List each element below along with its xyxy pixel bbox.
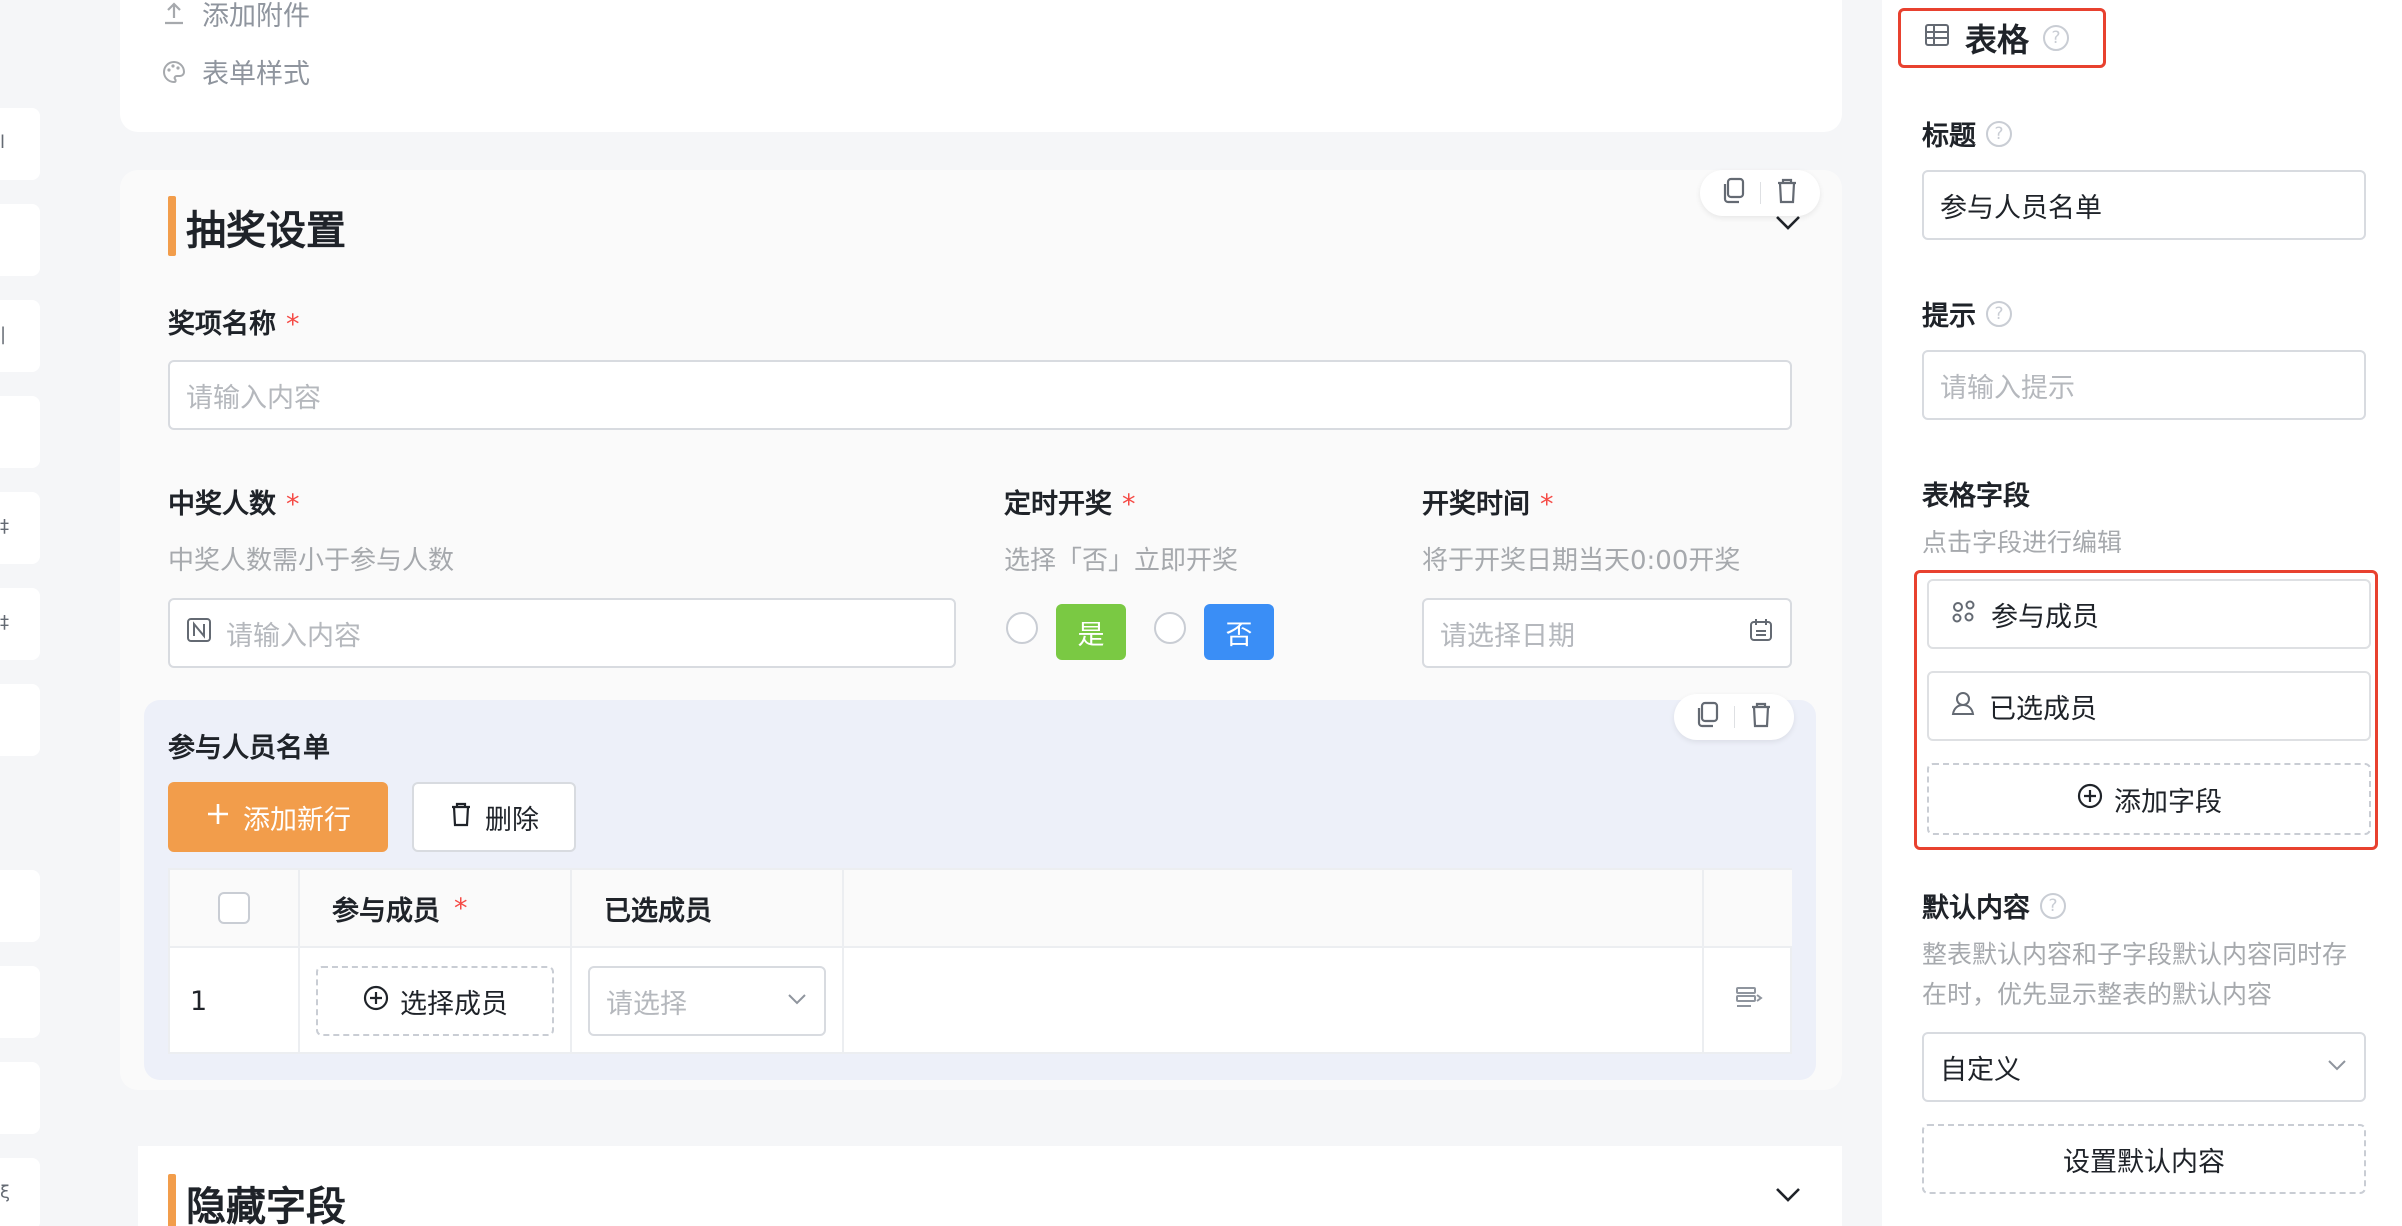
selected-member-dropdown[interactable]: 请选择 <box>588 966 826 1036</box>
chevron-down-icon <box>786 986 808 1017</box>
help-icon[interactable]: ? <box>1986 120 2012 147</box>
empty-cell <box>844 948 1704 1054</box>
left-nav-item[interactable] <box>0 966 40 1038</box>
select-all-checkbox[interactable] <box>218 892 250 924</box>
number-icon <box>186 617 212 650</box>
chevron-down-icon[interactable] <box>1770 1176 1806 1212</box>
winner-count-input[interactable]: 请输入内容 <box>168 598 956 668</box>
column-header-participants: 参与成员 * <box>300 870 572 948</box>
winner-count-hint: 中奖人数需小于参与人数 <box>168 546 455 576</box>
copy-icon[interactable] <box>1695 701 1721 733</box>
draw-time-label: 开奖时间 * <box>1422 489 1554 520</box>
plus-icon <box>205 801 231 834</box>
draw-time-hint: 将于开奖日期当天0:00开奖 <box>1422 546 1741 576</box>
prize-name-label: 奖项名称 * <box>168 309 300 340</box>
title-field-label: 标题 ? <box>1922 114 2012 153</box>
section-accent-bar <box>168 196 176 256</box>
prize-name-input[interactable]: 请输入内容 <box>168 360 1792 430</box>
table-fields-box: 参与成员 已选成员 添加字段 <box>1914 570 2378 850</box>
plus-circle-icon <box>362 984 390 1019</box>
radio-no[interactable] <box>1154 612 1186 644</box>
left-nav-item[interactable] <box>0 396 40 468</box>
left-nav-item[interactable]: | <box>0 300 40 372</box>
row-action-cell <box>1704 948 1792 1054</box>
column-header-selected: 已选成员 <box>572 870 844 948</box>
table-icon <box>1923 19 1951 57</box>
chevron-down-icon[interactable] <box>1770 204 1806 240</box>
add-row-button[interactable]: 添加新行 <box>168 782 388 852</box>
divider <box>1759 182 1761 204</box>
left-nav-item[interactable]: ‡ <box>0 492 40 564</box>
user-icon <box>1949 689 1977 724</box>
left-nav-item[interactable]: ξ <box>0 1158 40 1226</box>
column-header-actions <box>1704 870 1792 948</box>
header-checkbox-cell <box>170 870 300 948</box>
participants-table: 参与成员 * 已选成员 1 选择成员 请选择 <box>168 868 1792 1054</box>
palette-icon <box>160 58 188 86</box>
form-style-item[interactable]: 表单样式 <box>160 52 310 91</box>
add-attachment-item[interactable]: 添加附件 <box>160 0 310 33</box>
left-nav-item[interactable] <box>0 1062 40 1134</box>
copy-icon[interactable] <box>1721 177 1747 209</box>
trash-icon[interactable] <box>1748 701 1774 733</box>
left-nav-item[interactable] <box>0 870 40 942</box>
set-default-content-button[interactable]: 设置默认内容 <box>1922 1124 2366 1194</box>
hidden-section-title: 隐藏字段 <box>186 1184 346 1226</box>
row-detail-icon[interactable] <box>1733 983 1763 1020</box>
row-index: 1 <box>170 948 300 1054</box>
divider <box>1733 706 1735 728</box>
hint-field-label: 提示 ? <box>1922 294 2012 333</box>
member-group-icon <box>1949 598 1979 631</box>
section-title: 抽奖设置 <box>186 208 346 254</box>
left-nav-item[interactable]: ‡ <box>0 588 40 660</box>
left-nav-item[interactable] <box>0 684 40 756</box>
timed-draw-hint: 选择「否」立即开奖 <box>1004 546 1239 576</box>
help-icon[interactable]: ? <box>1986 300 2012 327</box>
default-content-select[interactable]: 自定义 <box>1922 1032 2366 1102</box>
add-field-button[interactable]: 添加字段 <box>1927 763 2371 835</box>
property-panel: 表格 ? 标题 ? 参与人员名单 提示 ? 请输入提示 表格字段 点击字段进行编… <box>1882 0 2402 1226</box>
calendar-icon <box>1748 617 1774 650</box>
left-nav-item[interactable]: l <box>0 108 40 180</box>
trash-icon <box>449 801 473 834</box>
default-content-hint-2: 在时，优先显示整表的默认内容 <box>1922 980 2273 1009</box>
chevron-down-icon <box>2326 1052 2348 1083</box>
delete-row-button[interactable]: 删除 <box>412 782 576 852</box>
draw-date-picker[interactable]: 请选择日期 <box>1422 598 1792 668</box>
field-item-selected[interactable]: 已选成员 <box>1927 671 2371 741</box>
yes-option-tag[interactable]: 是 <box>1056 604 1126 660</box>
winner-count-label: 中奖人数 * <box>168 489 300 520</box>
help-icon[interactable]: ? <box>2043 25 2070 51</box>
component-title: 表格 ? <box>1898 8 2106 68</box>
participants-table-title: 参与人员名单 <box>168 733 330 764</box>
hint-input[interactable]: 请输入提示 <box>1922 350 2366 420</box>
select-member-button[interactable]: 选择成员 <box>316 966 554 1036</box>
default-content-label: 默认内容 ? <box>1922 886 2066 925</box>
help-icon[interactable]: ? <box>2040 892 2066 919</box>
table-fields-label: 表格字段 <box>1922 481 2030 512</box>
upload-icon <box>160 0 188 28</box>
section-accent-bar <box>168 1174 176 1226</box>
column-header-empty <box>844 870 1704 948</box>
timed-draw-label: 定时开奖 * <box>1004 489 1136 520</box>
hidden-fields-section: 隐藏字段 <box>138 1146 1842 1226</box>
subform-actions <box>1674 694 1794 740</box>
selected-member-cell: 请选择 <box>572 948 844 1054</box>
default-content-hint-1: 整表默认内容和子字段默认内容同时存 <box>1922 940 2348 969</box>
radio-yes[interactable] <box>1006 612 1038 644</box>
left-nav-item[interactable] <box>0 204 40 276</box>
field-item-participants[interactable]: 参与成员 <box>1927 579 2371 649</box>
left-nav-strip: l | ‡ ‡ ξ <box>0 0 80 1226</box>
no-option-tag[interactable]: 否 <box>1204 604 1274 660</box>
form-settings-card: 添加附件 表单样式 <box>120 0 1842 132</box>
title-input[interactable]: 参与人员名单 <box>1922 170 2366 240</box>
table-fields-hint: 点击字段进行编辑 <box>1922 528 2123 557</box>
participant-cell: 选择成员 <box>300 948 572 1054</box>
plus-circle-icon <box>2076 782 2104 817</box>
